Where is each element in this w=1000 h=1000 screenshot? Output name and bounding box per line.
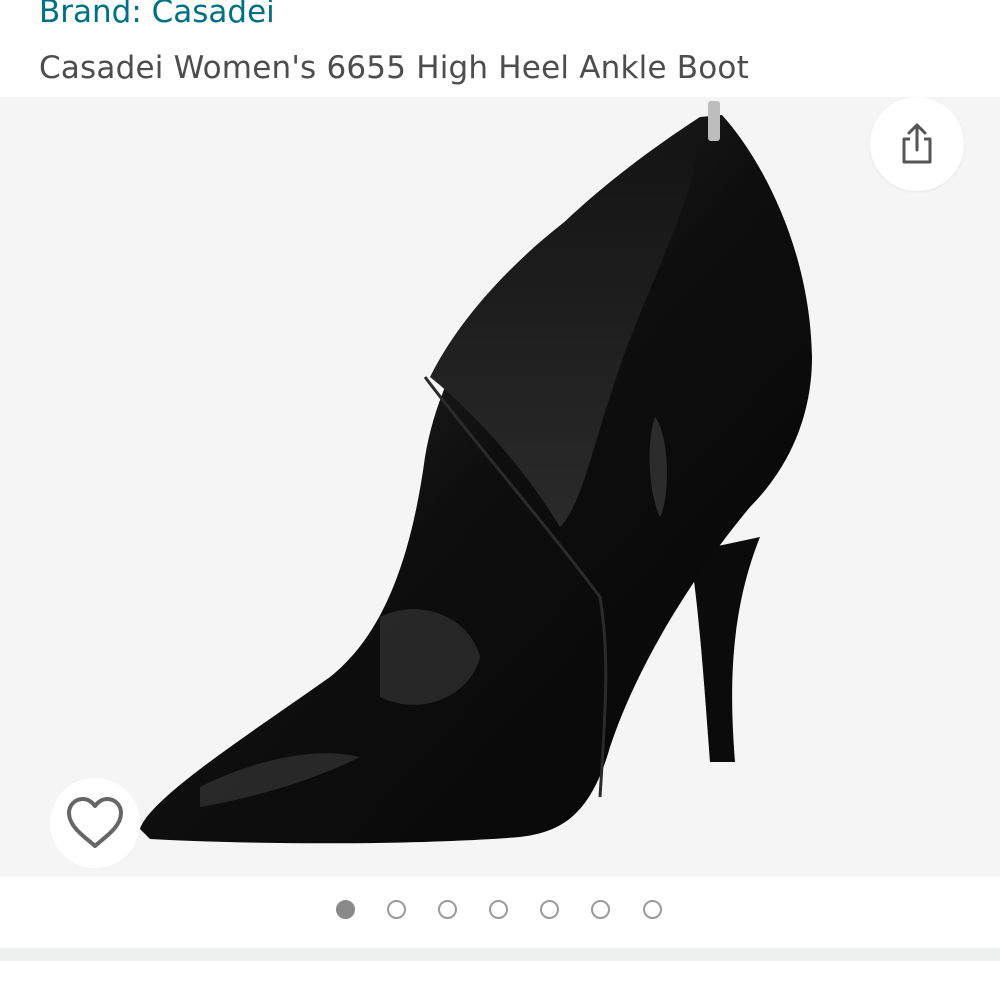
pagination-dot-3[interactable] [438, 900, 457, 919]
share-button[interactable] [870, 97, 964, 191]
heart-outline-icon [67, 797, 123, 848]
pagination-dot-2[interactable] [387, 900, 406, 919]
pagination-dot-4[interactable] [489, 900, 508, 919]
image-pagination-dots[interactable] [0, 898, 1000, 926]
product-image-gallery[interactable] [0, 97, 1000, 877]
wishlist-button[interactable] [50, 778, 140, 868]
product-title: Casadei Women's 6655 High Heel Ankle Boo… [39, 50, 749, 86]
share-icon [902, 123, 932, 164]
pagination-dot-1[interactable] [336, 900, 355, 919]
pagination-dot-5[interactable] [540, 900, 559, 919]
pagination-dot-7[interactable] [643, 900, 662, 919]
product-image[interactable] [0, 97, 1000, 877]
pagination-dot-6[interactable] [591, 900, 610, 919]
section-divider [0, 948, 1000, 961]
brand-link[interactable]: Brand: Casadei [39, 0, 275, 30]
